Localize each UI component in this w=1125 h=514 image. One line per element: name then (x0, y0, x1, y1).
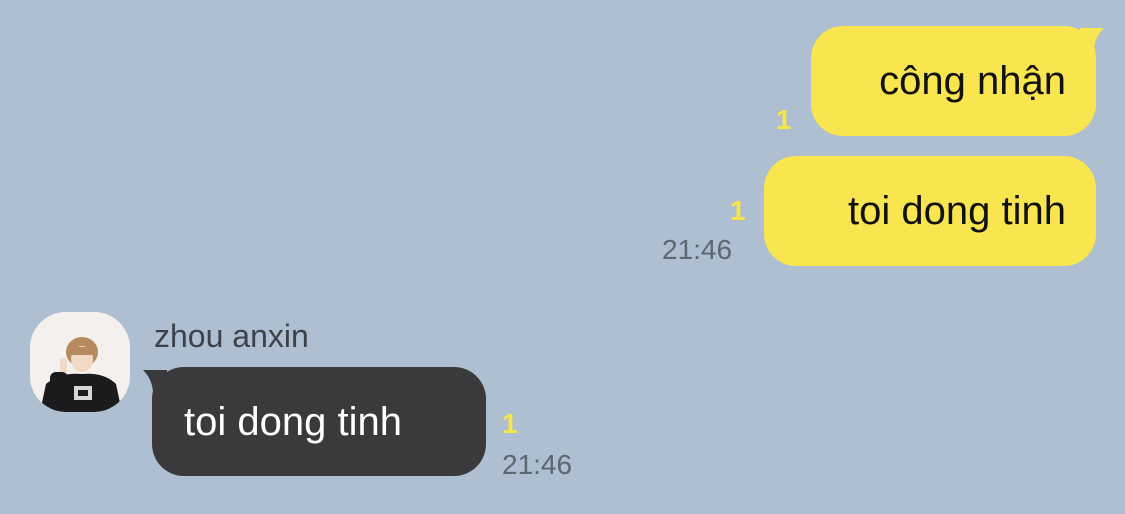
incoming-message-bubble[interactable]: toi dong tinh (152, 367, 486, 476)
message-text: toi dong tinh (848, 189, 1066, 233)
message-timestamp: 21:46 (662, 234, 733, 265)
avatar[interactable] (30, 312, 130, 412)
bubble-tail-icon (1080, 28, 1104, 52)
message-timestamp: 21:46 (502, 449, 573, 480)
outgoing-message-bubble[interactable]: toi dong tinh (764, 156, 1096, 266)
outgoing-message-bubble[interactable]: công nhận (811, 26, 1096, 136)
sender-name: zhou anxin (154, 318, 309, 354)
unread-count: 1 (776, 104, 792, 135)
profile-photo-icon (30, 312, 130, 412)
chat-window[interactable]: công nhận 1 toi dong tinh 1 21:46 zhou a… (0, 0, 1125, 514)
message-text: công nhận (879, 59, 1066, 103)
message-text: toi dong tinh (184, 399, 402, 444)
unread-count: 1 (730, 195, 746, 226)
unread-count: 1 (502, 408, 518, 439)
